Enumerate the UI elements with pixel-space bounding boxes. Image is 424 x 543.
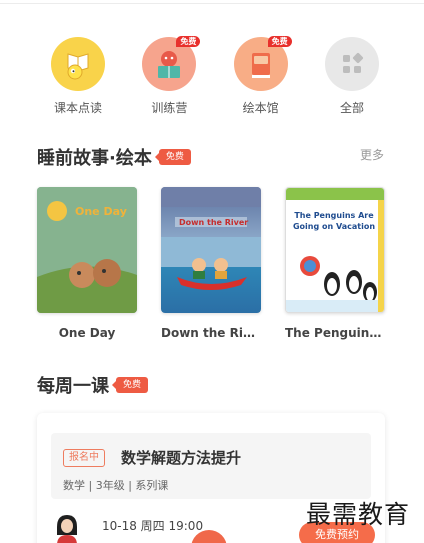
nav-item-picture-book-hall[interactable]: 免费 绘本馆 <box>223 36 299 116</box>
quick-nav: 课本点读 免费 训练营 免费 绘本馆 全部 <box>40 36 390 116</box>
nav-item-all[interactable]: 全部 <box>314 37 390 116</box>
watermark: 最需教育 <box>306 500 411 529</box>
section-title: 每周一课 <box>37 376 109 397</box>
book-title: One Day <box>58 326 116 340</box>
nav-label: 绘本馆 <box>242 101 279 115</box>
book-cover: Down the River <box>161 187 261 313</box>
book-list: One Day One Day Down the River Down the … <box>37 187 385 340</box>
nav-label: 全部 <box>339 101 364 115</box>
cover-title: The Penguins Are Going on Vacation <box>292 211 376 231</box>
picture-book-icon: 免费 <box>233 36 292 91</box>
course-info: 报名中 数学解题方法提升 数学 | 3年级 | 系列课 <box>51 433 371 499</box>
bedtime-section-header: 睡前故事·绘本 免费 <box>37 144 191 170</box>
free-badge: 免费 <box>111 377 149 393</box>
book-cover: One Day <box>37 187 137 313</box>
course-title: 数学解题方法提升 <box>121 449 242 467</box>
free-badge: 免费 <box>176 36 201 47</box>
cover-title: One Day <box>75 205 127 218</box>
camp-icon: 免费 <box>142 36 201 91</box>
status-badge: 报名中 <box>63 449 105 467</box>
section-title: 睡前故事·绘本 <box>37 148 152 169</box>
top-divider <box>0 3 424 4</box>
weekly-section-header: 每周一课 免费 <box>37 372 149 398</box>
book-card[interactable]: The Penguins Are Going on Vacation The P… <box>285 187 385 340</box>
cover-title: Down the River <box>179 218 248 227</box>
more-link[interactable]: 更多 <box>360 146 384 163</box>
course-meta: 数学 | 3年级 | 系列课 <box>63 479 169 492</box>
book-card[interactable]: One Day One Day <box>37 187 137 340</box>
book-cover: The Penguins Are Going on Vacation <box>285 187 385 313</box>
avatar <box>53 513 81 543</box>
book-card[interactable]: Down the River Down the River <box>161 187 261 340</box>
nav-item-textbook-reading[interactable]: 课本点读 <box>40 37 116 116</box>
book-reading-icon <box>51 37 105 91</box>
book-title: Down the River <box>161 326 261 340</box>
nav-label: 训练营 <box>151 101 188 115</box>
free-badge: 免费 <box>154 149 191 165</box>
free-badge: 免费 <box>267 36 292 47</box>
grid-icon <box>324 37 379 91</box>
nav-item-training-camp[interactable]: 免费 训练营 <box>131 36 207 116</box>
book-title: The Penguins ... <box>285 326 385 340</box>
course-time: 10-18 周四 19:00 <box>102 519 204 533</box>
nav-label: 课本点读 <box>53 101 102 115</box>
